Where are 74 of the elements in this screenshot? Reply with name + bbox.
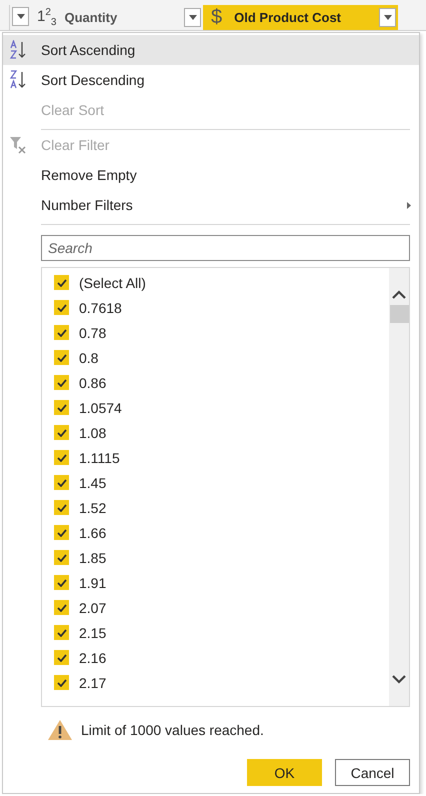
check-icon [56, 678, 66, 686]
checkbox[interactable] [54, 675, 69, 690]
value-label: 2.15 [79, 624, 106, 640]
checkbox[interactable] [54, 375, 69, 390]
checkbox[interactable] [54, 500, 69, 515]
checkbox[interactable] [54, 475, 69, 490]
checkbox[interactable] [54, 425, 69, 440]
type-icon: $ [211, 6, 222, 29]
value-label: 1.52 [79, 500, 106, 516]
value-label: 1.08 [79, 424, 106, 440]
value-label: 0.86 [79, 374, 106, 390]
column-header[interactable]: 1$^{2}$$_{3}$ Quantity [31, 5, 203, 30]
checkbox[interactable] [54, 400, 69, 415]
value-label: 1.0574 [79, 400, 122, 416]
check-icon [56, 428, 66, 436]
checkbox[interactable] [54, 575, 69, 590]
value-label: 0.8 [79, 350, 98, 366]
check-icon [56, 654, 66, 662]
check-icon [56, 528, 66, 536]
dropdown-button[interactable] [184, 8, 201, 27]
value-label: 1.45 [79, 474, 106, 490]
check-icon [56, 278, 66, 286]
checkbox[interactable] [54, 450, 69, 465]
checkbox[interactable] [54, 550, 69, 565]
value-label: 0.78 [79, 324, 106, 340]
check-icon [56, 578, 66, 586]
scroll-down-icon[interactable] [392, 675, 406, 684]
checkbox[interactable] [54, 325, 69, 340]
value-label: 2.07 [79, 600, 106, 616]
value-label: 1.1115 [79, 450, 120, 466]
check-icon [56, 478, 66, 486]
checkbox[interactable] [54, 275, 69, 290]
menu-item[interactable]: Sort Ascending [3, 35, 419, 65]
check-icon [56, 328, 66, 336]
caret-icon [384, 15, 392, 20]
caret-icon [16, 14, 24, 19]
dropdown-button[interactable] [379, 8, 396, 27]
check-icon [56, 404, 66, 412]
check-icon [56, 504, 66, 512]
checkbox[interactable] [54, 625, 69, 640]
scroll-up-icon[interactable] [392, 290, 406, 299]
check-icon [56, 378, 66, 386]
scrollbar[interactable] [389, 268, 409, 706]
column-name: Old Product Cost [234, 10, 342, 25]
checkbox[interactable] [54, 650, 69, 665]
value-label: 1.66 [79, 524, 106, 540]
column-header[interactable]: $ Old Product Cost [203, 5, 398, 30]
check-icon [56, 354, 66, 362]
checkbox[interactable] [54, 525, 69, 540]
check-icon [56, 454, 66, 462]
warning-icon [47, 719, 73, 741]
ok-button[interactable]: OK [247, 759, 322, 786]
check-icon [56, 304, 66, 312]
checkbox[interactable] [54, 300, 69, 315]
value-label: (Select All) [79, 274, 146, 290]
value-label: 2.17 [79, 674, 106, 690]
value-label: 2.16 [79, 650, 106, 666]
check-icon [56, 628, 66, 636]
column-name: Quantity [64, 10, 118, 25]
search-field[interactable]: Search [41, 235, 410, 261]
check-icon [56, 554, 66, 562]
cancel-button[interactable]: Cancel [335, 759, 410, 786]
warning-message: Limit of 1000 values reached. [81, 722, 264, 738]
menu-item[interactable]: Sort Descending [3, 65, 419, 95]
scrollbar-thumb[interactable] [390, 305, 408, 323]
menu-item[interactable]: Remove Empty [3, 160, 419, 190]
caret-icon [188, 15, 196, 20]
dropdown-button[interactable] [12, 7, 29, 26]
check-icon [56, 604, 66, 612]
value-label: 1.91 [79, 574, 106, 590]
value-label: 0.7618 [79, 300, 122, 316]
checkbox[interactable] [54, 600, 69, 615]
value-label: 1.85 [79, 550, 106, 566]
checkbox[interactable] [54, 350, 69, 365]
